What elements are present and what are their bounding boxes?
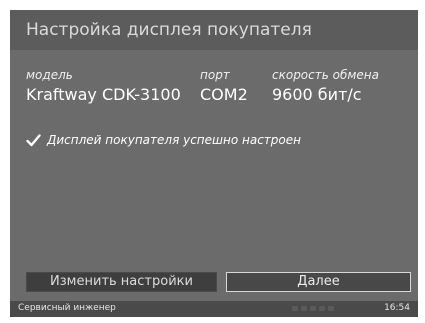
port-label: порт (200, 68, 230, 82)
status-bar: Сервисный инженер 16:54 (10, 301, 418, 317)
tray-indicator-icon (292, 306, 298, 311)
tray-indicator-icon (319, 306, 325, 311)
status-message: Дисплей покупателя успешно настроен (47, 133, 301, 147)
customer-display-setup-screen: Настройка дисплея покупателя модель Kraf… (10, 10, 418, 317)
tray-indicators (292, 306, 334, 311)
model-value: Kraftway CDK-3100 (26, 85, 181, 104)
check-icon (26, 133, 41, 146)
tray-indicator-icon (328, 306, 334, 311)
tray-indicator-icon (301, 306, 307, 311)
title-bar: Настройка дисплея покупателя (10, 10, 418, 50)
next-button[interactable]: Далее (226, 272, 411, 292)
user-role: Сервисный инженер (18, 303, 116, 313)
page-title: Настройка дисплея покупателя (26, 20, 312, 40)
tray-indicator-icon (310, 306, 316, 311)
clock: 16:54 (384, 303, 410, 313)
speed-value: 9600 бит/с (272, 85, 362, 104)
model-label: модель (26, 68, 73, 82)
setup-status: Дисплей покупателя успешно настроен (26, 131, 301, 149)
speed-label: скорость обмена (272, 68, 379, 82)
port-value: COM2 (200, 85, 248, 104)
change-settings-button[interactable]: Изменить настройки (26, 272, 217, 292)
